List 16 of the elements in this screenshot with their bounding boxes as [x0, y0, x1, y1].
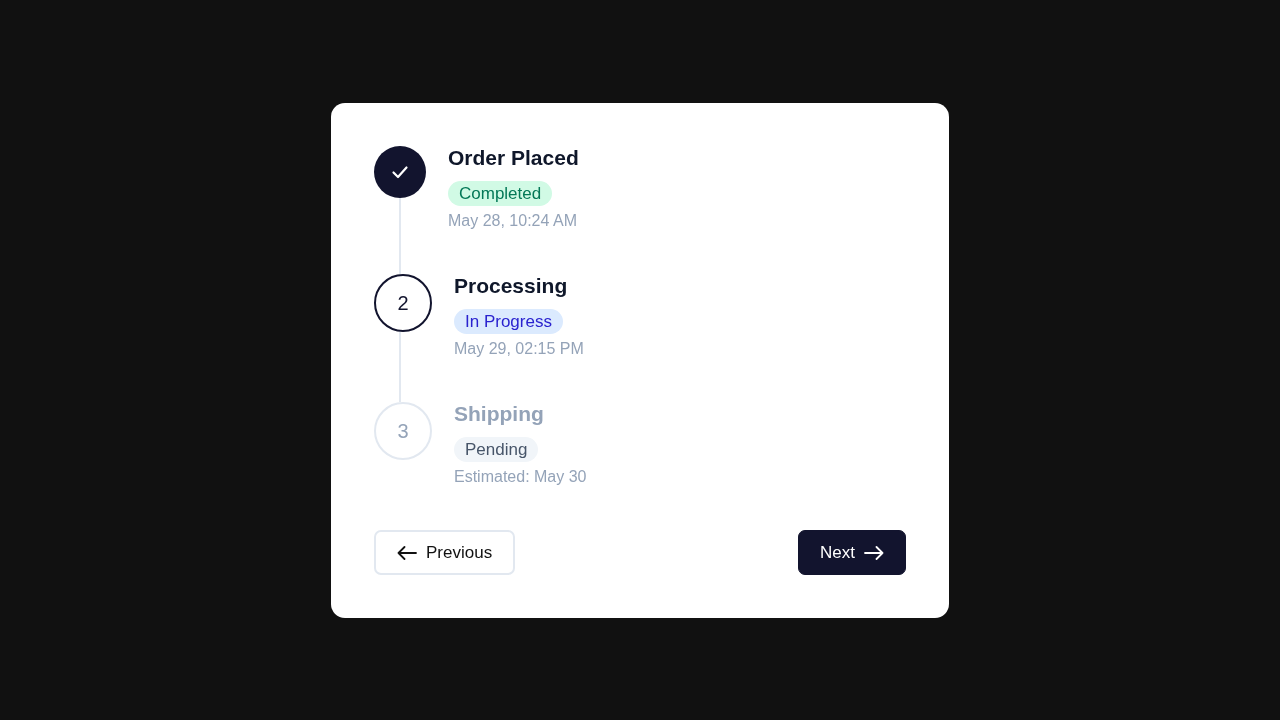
status-badge: In Progress	[454, 309, 563, 334]
status-badge: Pending	[454, 437, 539, 462]
step-number: 3	[374, 402, 432, 460]
arrow-right-icon	[864, 545, 884, 560]
step-title: Processing	[454, 274, 568, 298]
status-badge: Completed	[448, 181, 553, 206]
step-number: 2	[374, 274, 432, 332]
step-date: Estimated: May 30	[454, 467, 587, 487]
next-button[interactable]: Next	[798, 530, 906, 575]
step-title: Shipping	[454, 402, 544, 426]
step-date: May 29, 02:15 PM	[454, 339, 584, 359]
step-date: May 28, 10:24 AM	[448, 211, 577, 231]
check-circle-icon	[374, 146, 426, 198]
step-title: Order Placed	[448, 146, 579, 170]
arrow-left-icon	[397, 545, 417, 560]
previous-button[interactable]: Previous	[374, 530, 516, 575]
